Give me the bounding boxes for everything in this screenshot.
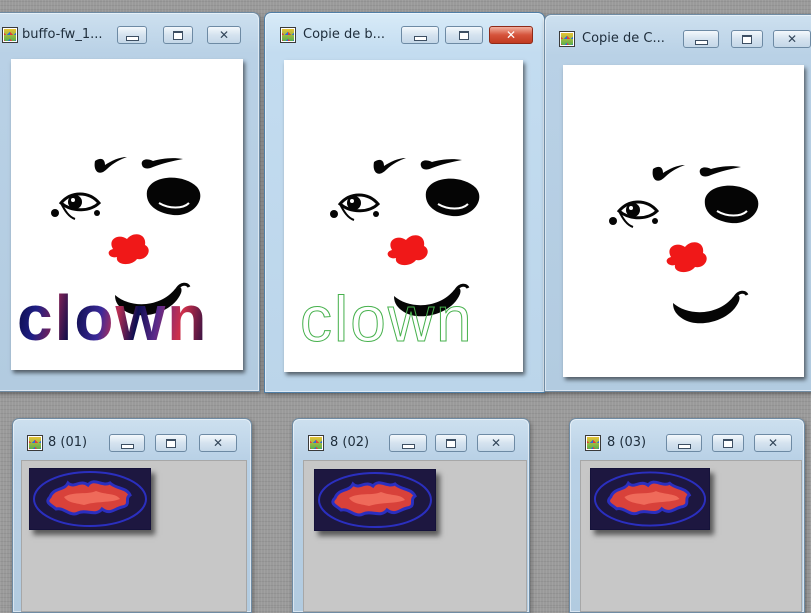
image-app-icon	[2, 27, 18, 43]
close-button[interactable]: ✕	[207, 26, 241, 44]
minimize-button[interactable]	[666, 434, 702, 452]
titlebar[interactable]: buffo-fw_1... ✕	[0, 13, 259, 51]
image-app-icon	[559, 31, 575, 47]
image-window-copie-c[interactable]: Copie de C... ✕	[544, 14, 811, 392]
clown-face-image	[607, 163, 760, 325]
blob-image	[593, 470, 707, 528]
close-button[interactable]: ✕	[754, 434, 792, 452]
titlebar[interactable]: Copie de C... ✕	[545, 15, 811, 53]
image-app-icon	[585, 435, 601, 451]
close-button[interactable]: ✕	[477, 434, 515, 452]
thumbnail-window-01[interactable]: 8 (01) ✕	[12, 418, 252, 613]
window-title: buffo-fw_1...	[22, 27, 103, 42]
titlebar[interactable]: 8 (03) ✕	[570, 419, 804, 457]
maximize-button[interactable]	[445, 26, 483, 44]
maximize-button[interactable]	[155, 434, 187, 452]
thumbnail-image[interactable]	[29, 468, 151, 530]
window-title: 8 (01)	[48, 435, 88, 450]
blob-image	[32, 470, 148, 528]
image-canvas[interactable]: clown	[11, 59, 243, 370]
close-button[interactable]: ✕	[773, 30, 811, 48]
window-title: 8 (03)	[607, 435, 647, 450]
thumbnail-window-02[interactable]: 8 (02) ✕	[292, 418, 530, 613]
maximize-button[interactable]	[163, 26, 193, 44]
thumbnail-canvas[interactable]	[21, 460, 247, 612]
image-app-icon	[308, 435, 324, 451]
window-title: 8 (02)	[330, 435, 370, 450]
blob-image	[317, 471, 433, 529]
maximize-button[interactable]	[731, 30, 763, 48]
thumbnail-image[interactable]	[590, 468, 710, 530]
close-button[interactable]: ✕	[489, 26, 533, 44]
window-title: Copie de C...	[582, 31, 665, 46]
titlebar[interactable]: Copie de b... ✕	[265, 13, 544, 51]
thumbnail-window-03[interactable]: 8 (03) ✕	[569, 418, 805, 613]
titlebar[interactable]: 8 (02) ✕	[293, 419, 529, 457]
clown-outline-text: clown	[300, 283, 474, 356]
maximize-button[interactable]	[435, 434, 467, 452]
thumbnail-image[interactable]	[314, 469, 436, 531]
maximize-button[interactable]	[712, 434, 744, 452]
clown-text: clown	[17, 282, 209, 354]
window-title: Copie de b...	[303, 27, 386, 42]
image-canvas[interactable]	[563, 65, 804, 377]
close-button[interactable]: ✕	[199, 434, 237, 452]
minimize-button[interactable]	[401, 26, 439, 44]
image-window-buffo[interactable]: buffo-fw_1... ✕ clown	[0, 12, 260, 392]
titlebar[interactable]: 8 (01) ✕	[13, 419, 251, 457]
image-canvas[interactable]: clown	[284, 60, 523, 372]
minimize-button[interactable]	[109, 434, 145, 452]
thumbnail-canvas[interactable]	[580, 460, 802, 612]
image-app-icon	[280, 27, 296, 43]
minimize-button[interactable]	[683, 30, 719, 48]
image-app-icon	[27, 435, 43, 451]
minimize-button[interactable]	[117, 26, 147, 44]
image-window-copie-b[interactable]: Copie de b... ✕ clown	[264, 12, 545, 393]
minimize-button[interactable]	[389, 434, 427, 452]
thumbnail-canvas[interactable]	[303, 460, 527, 612]
